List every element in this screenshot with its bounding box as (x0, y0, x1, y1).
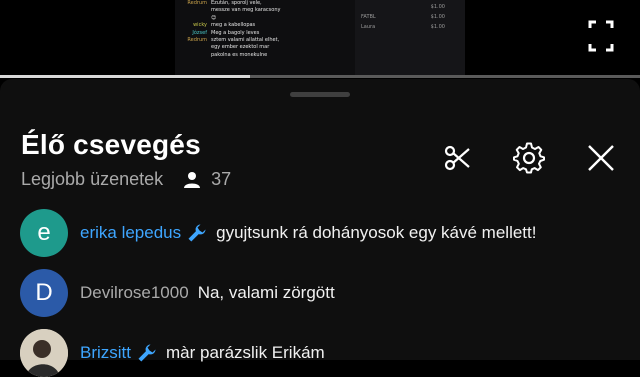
donation-amount: $1.00 (430, 4, 445, 10)
gear-icon[interactable] (512, 141, 546, 175)
message-author[interactable]: erika lepedus (80, 223, 181, 243)
chat-message[interactable]: e erika lepedus gyujtsunk rá dohányosok … (20, 209, 536, 257)
stream-chat-text: Meg a bagoly leves (211, 29, 260, 36)
stream-chat-text: Ezután, sporolj vele, (211, 0, 262, 6)
avatar-initial: D (35, 279, 53, 306)
stream-chat-line: Redrum Ezután, sporolj vele, (175, 0, 351, 7)
donation-row: FATBL $1.00 (355, 12, 465, 22)
close-icon[interactable] (584, 141, 618, 175)
stream-chat-text: messze van meg karacsony (211, 7, 281, 14)
message-author[interactable]: Brizsitt (80, 343, 131, 363)
donation-row: $1.00 (355, 2, 465, 12)
donation-name: FATBL (361, 14, 376, 20)
avatar[interactable] (20, 329, 68, 377)
stream-chat-text: pakolna es monekulne (211, 51, 268, 58)
stream-chat-line: 😊 (175, 15, 351, 22)
chat-message[interactable]: D Devilrose1000 Na, valami zörgött (20, 269, 335, 317)
stream-chat-user: Redrum (187, 37, 207, 44)
video-progress-bar[interactable] (0, 75, 640, 78)
donation-amount: $1.00 (430, 14, 445, 20)
video-progress-fill (0, 75, 250, 78)
stream-chat-text: egy ember ezektol mar (211, 44, 270, 51)
chat-filter-label: Legjobb üzenetek (21, 169, 164, 189)
stream-chat-overlay: Redrum Ezután, sporolj vele, messze van m… (175, 0, 351, 78)
wrench-icon (137, 343, 157, 363)
stream-chat-line: wicky meg a kabellopas (175, 22, 351, 29)
person-icon (183, 171, 201, 189)
live-chat-panel: Élő csevegés Legjobb üzenetek 37 e erika… (0, 79, 640, 377)
video-player[interactable]: Redrum Ezután, sporolj vele, messze van m… (0, 0, 640, 78)
message-text: gyujtsunk rá dohányosok egy kávé mellett… (216, 223, 537, 242)
donation-name: Laura (361, 24, 376, 30)
stream-chat-text: meg a kabellopas (211, 22, 256, 29)
donation-amount: $1.00 (430, 24, 445, 30)
chat-filter[interactable]: Legjobb üzenetek 37 (21, 169, 231, 190)
drag-handle[interactable] (290, 92, 350, 97)
message-text: màr parázslik Erikám (166, 343, 325, 362)
video-frame: Redrum Ezután, sporolj vele, messze van m… (175, 0, 465, 78)
stream-chat-line: Redrum sztem valami allattal elhet, (175, 37, 351, 44)
stream-chat-user: József (192, 29, 207, 36)
chat-message[interactable]: Brizsitt màr parázslik Erikám (20, 329, 325, 377)
stream-chat-emoji: 😊 (211, 14, 217, 21)
stream-chat-line: József Meg a bagoly leves (175, 30, 351, 37)
donation-row: Laura $1.00 (355, 22, 465, 32)
stream-chat-user: wicky (193, 22, 207, 29)
stream-chat-line: pakolna es monekulne (175, 52, 351, 59)
panel-title: Élő csevegés (21, 129, 201, 160)
profile-photo-icon (20, 329, 68, 377)
stream-chat-text: sztem valami allattal elhet, (211, 37, 280, 44)
avatar[interactable]: D (20, 269, 68, 317)
avatar-initial: e (37, 219, 51, 246)
stream-chat-line: messze van meg karacsony (175, 7, 351, 14)
message-author[interactable]: Devilrose1000 (80, 283, 189, 303)
stream-chat-user: Redrum (187, 0, 207, 6)
stream-chat-line: egy ember ezektol mar (175, 44, 351, 51)
avatar[interactable]: e (20, 209, 68, 257)
donation-list: $1.00 FATBL $1.00 Laura $1.00 (355, 0, 465, 78)
scissors-icon[interactable] (440, 141, 474, 175)
wrench-icon (187, 223, 207, 243)
message-text: Na, valami zörgött (197, 283, 335, 302)
viewer-count: 37 (211, 169, 232, 189)
fullscreen-icon[interactable] (586, 18, 616, 54)
